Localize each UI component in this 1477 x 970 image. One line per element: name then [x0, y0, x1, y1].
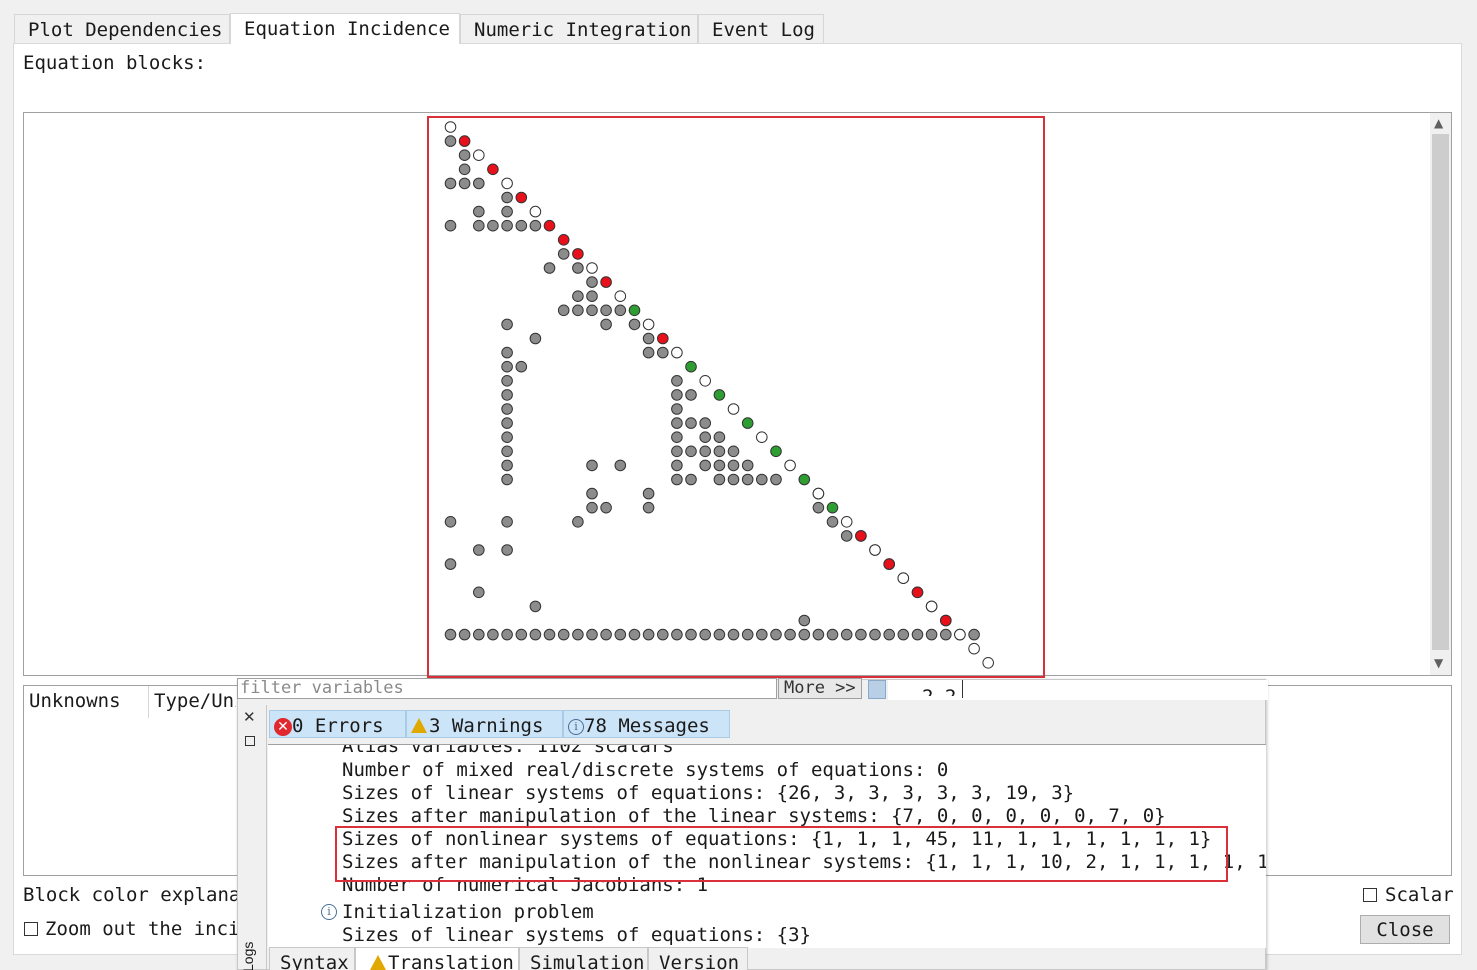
column-header-unknowns[interactable]: Unknowns	[29, 690, 121, 712]
highlight-box-nonlinear	[335, 826, 1228, 882]
zoom-out-label: Zoom out the inci	[45, 918, 240, 940]
tab-version[interactable]: Version	[648, 947, 748, 970]
scroll-up-icon[interactable]: ▲	[1434, 116, 1443, 130]
warnings-count: 3 Warnings	[429, 715, 544, 737]
tab-numeric-integration[interactable]: Numeric Integration	[460, 14, 698, 43]
warning-icon	[411, 718, 427, 733]
equation-blocks-label: Equation blocks:	[23, 52, 207, 74]
more-button[interactable]: More >>	[778, 678, 862, 699]
block-color-explanation-label: Block color explana	[23, 884, 241, 906]
scroll-down-icon[interactable]: ▼	[1434, 656, 1443, 670]
warning-icon	[370, 955, 386, 970]
value-cursor	[962, 680, 963, 698]
close-icon[interactable]: ✕	[243, 708, 257, 726]
info-icon: i	[321, 904, 337, 920]
column-header-type-unit[interactable]: Type/Uni	[154, 690, 236, 712]
messages-tab[interactable]: i 78 Messages	[563, 710, 730, 738]
log-line: Alias variables: 1102 scalars	[342, 744, 674, 757]
partial-value-text: 2.2	[922, 684, 956, 696]
restore-icon[interactable]	[245, 736, 255, 746]
tab-event-log[interactable]: Event Log	[698, 14, 824, 43]
tab-plot-dependencies[interactable]: Plot Dependencies	[14, 14, 230, 43]
zoom-out-checkbox[interactable]	[24, 922, 38, 936]
filter-variables-input[interactable]: filter variables	[237, 678, 777, 699]
log-line: Initialization problem	[342, 901, 594, 923]
errors-tab[interactable]: ✕ 0 Errors	[269, 710, 406, 738]
close-button[interactable]: Close	[1360, 915, 1450, 944]
scalar-checkbox[interactable]	[1363, 888, 1377, 902]
errors-count: 0 Errors	[292, 715, 384, 737]
warnings-tab[interactable]: 3 Warnings	[406, 710, 563, 738]
tab-equation-incidence[interactable]: Equation Incidence	[230, 13, 460, 44]
column-divider	[148, 686, 149, 718]
log-line: Number of mixed real/discrete systems of…	[342, 759, 949, 781]
tab-translation-label: Translation	[388, 952, 514, 970]
log-line: Sizes after manipulation of the linear s…	[342, 805, 1166, 827]
scrollbar-thumb[interactable]	[1432, 134, 1449, 650]
logs-vertical-tab[interactable]: Logs	[238, 938, 264, 970]
tab-translation[interactable]: Translation	[355, 947, 519, 970]
error-icon: ✕	[274, 718, 292, 736]
scalar-label: Scalar	[1385, 884, 1454, 906]
tab-syntax[interactable]: Syntax	[269, 947, 355, 970]
logs-tab-label: Logs	[240, 941, 256, 970]
highlight-box-matrix	[427, 116, 1045, 678]
messages-count: 78 Messages	[584, 715, 710, 737]
info-icon: i	[568, 719, 584, 735]
log-line: Sizes of linear systems of equations: {2…	[342, 782, 1075, 804]
log-sidebar-divider	[266, 705, 267, 970]
toggle-icon[interactable]	[868, 680, 886, 699]
log-line: Sizes of linear systems of equations: {3…	[342, 924, 811, 946]
tab-simulation[interactable]: Simulation	[519, 947, 648, 970]
